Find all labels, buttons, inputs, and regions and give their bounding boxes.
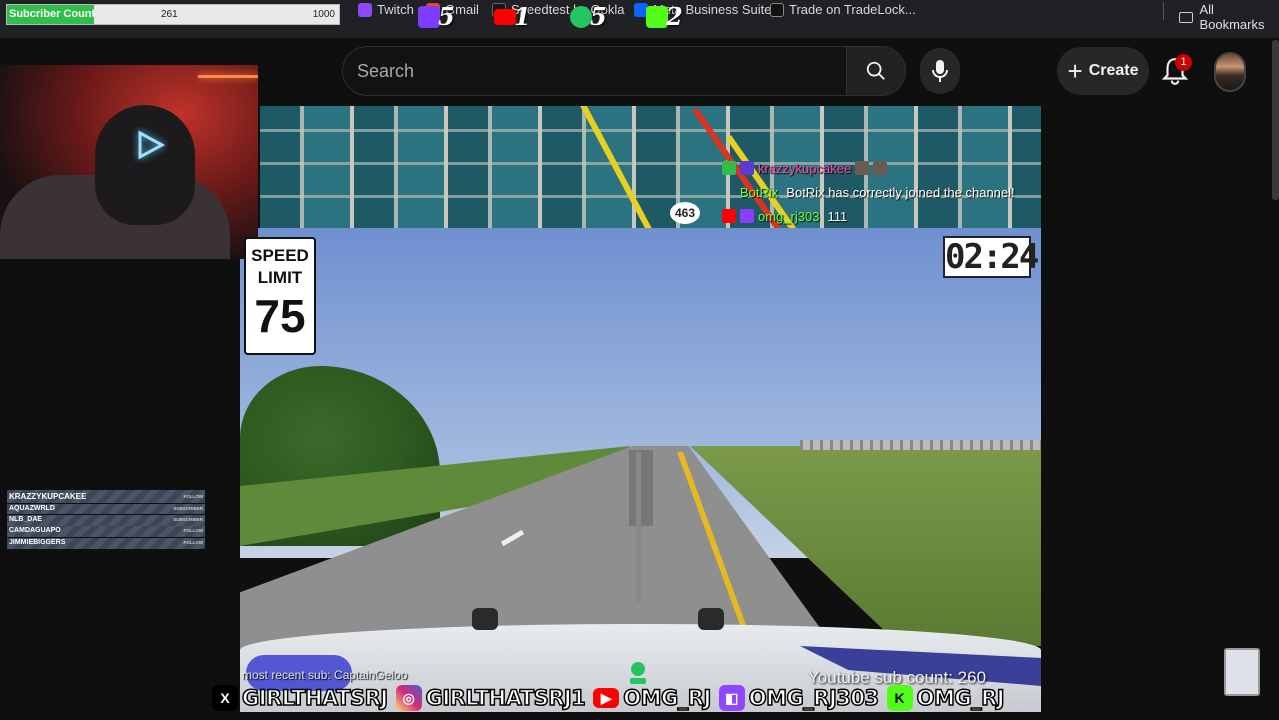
youtube-badge-icon (722, 209, 736, 223)
microphone-icon (932, 60, 948, 82)
chat-overlay: krazzykupcakee BotRix BotRix has correct… (722, 156, 1052, 228)
subscriber-count-label: Subcriber Count (9, 8, 96, 20)
led-light-strip (198, 75, 258, 78)
chat-username: BotRix (740, 184, 779, 200)
chat-message: BotRix BotRix has correctly joined the c… (722, 180, 1052, 204)
guardrail (800, 440, 1041, 450)
all-bookmarks-label: All Bookmarks (1199, 2, 1265, 32)
create-label: Create (1088, 62, 1139, 79)
bookmarks-divider (1163, 2, 1164, 20)
instagram-icon: ◎ (395, 685, 422, 711)
event-row: JIMMIEBIGGERS FOLLOW (7, 537, 205, 549)
road-sign-post (636, 452, 641, 602)
event-name: KRAZZYKUPCAKEE (9, 492, 87, 501)
speed-limit-title: SPEED LIMIT (251, 246, 309, 287)
event-type: FOLLOW (183, 539, 204, 545)
search-placeholder: Search (357, 61, 415, 81)
twitch-counter-icon (418, 6, 440, 28)
streamer-head (95, 105, 195, 225)
tango-counter-value: 5 (590, 2, 607, 31)
chat-message: krazzykupcakee (722, 156, 1052, 180)
tango-counter-icon (570, 6, 592, 28)
event-type: SUBSCRIBER (173, 516, 203, 522)
recent-events-panel: KRAZZYKUPCAKEE FOLLOW AQUAZWRLD SUBSCRIBER… (7, 490, 205, 549)
social-handle: GIRLTHATSRJ (241, 685, 389, 711)
webcam-overlay (0, 65, 258, 259)
moderator-badge-icon (722, 161, 736, 175)
event-name: JIMMIEBIGGERS (9, 538, 66, 546)
most-recent-sub-text: most recent sub: CaptainGeloo (242, 668, 408, 682)
all-bookmarks-button[interactable]: All Bookmarks (1179, 2, 1279, 32)
folder-icon (1179, 11, 1194, 23)
event-name: AQUAZWRLD (9, 504, 55, 512)
kick-counter-icon (646, 6, 668, 28)
route-shield: 463 (670, 202, 700, 224)
tango-counter: 5 (570, 2, 607, 31)
headset-logo-icon (138, 130, 166, 160)
social-handles-bar: X GIRLTHATSRJ ◎ GIRLTHATSRJ1 ▶ OMG_RJ ◧ … (212, 682, 1008, 714)
event-row: KRAZZYKUPCAKEE FOLLOW (7, 490, 205, 503)
bookmark-twitch[interactable]: Twitch (358, 2, 414, 17)
chat-username: omg_rj303 (758, 208, 820, 224)
kick-counter-value: 2 (666, 2, 683, 31)
event-name: NLB_DAE (9, 515, 43, 523)
create-button[interactable]: + Create (1057, 47, 1149, 95)
youtube-counter: 1 (494, 2, 531, 31)
chat-text: 111 (827, 208, 848, 224)
youtube-icon: ▶ (593, 688, 620, 708)
social-handle: GIRLTHATSRJ1 (425, 685, 587, 711)
youtube-counter-icon (494, 9, 516, 25)
bookmark-tradelocker[interactable]: Trade on TradeLock... (770, 2, 916, 17)
star-badge-icon (740, 209, 754, 223)
kick-icon: K (886, 685, 913, 711)
platform-badge-icon (740, 161, 754, 175)
chat-text: BotRix has correctly joined the channel! (786, 184, 1015, 200)
bookmarks-bar: Subcriber Count 261 1000 Twitch Gmail Sp… (0, 0, 1279, 38)
account-avatar[interactable] (1214, 52, 1246, 92)
event-type: SUBSCRIBER (173, 505, 203, 511)
search-input[interactable]: Search (342, 46, 846, 96)
tradelocker-icon (770, 2, 784, 17)
bot-badge-icon (722, 185, 736, 199)
event-row: CAMDAGUAPO FOLLOW (7, 526, 205, 538)
twitch-counter: 5 (418, 2, 455, 31)
bookmark-label: Trade on TradeLock... (789, 2, 916, 17)
social-handle: OMG_RJ303 (748, 685, 880, 711)
subscriber-goal-value: 1000 (312, 9, 335, 20)
twitch-icon: ◧ (718, 685, 745, 711)
subscriber-count-bar: Subcriber Count 261 1000 (6, 4, 340, 25)
notification-count-badge: 1 (1175, 54, 1192, 71)
twitch-icon (358, 2, 372, 17)
event-row: NLB_DAE SUBSCRIBER (7, 514, 205, 526)
youtube-counter-value: 1 (514, 2, 531, 31)
plus-icon: + (1067, 56, 1083, 86)
kick-counter: 2 (646, 2, 683, 31)
chat-username: krazzykupcakee (758, 160, 852, 176)
event-type: FOLLOW (183, 494, 204, 499)
social-handle: OMG_RJ (623, 685, 712, 711)
search-button[interactable] (846, 46, 906, 96)
road-sign-back (629, 450, 653, 526)
event-name: CAMDAGUAPO (9, 527, 61, 535)
event-row: AQUAZWRLD SUBSCRIBER (7, 503, 205, 515)
emote-icon (873, 161, 888, 175)
subscriber-current-value: 261 (161, 9, 178, 20)
stream-timer: 02:24 (943, 236, 1039, 278)
speed-limit-sign: SPEED LIMIT 75 (244, 237, 316, 355)
emote-icon (855, 161, 870, 175)
corner-badge (1224, 648, 1260, 696)
event-type: FOLLOW (183, 528, 204, 534)
chat-message: omg_rj303 111 (722, 204, 1052, 228)
speed-limit-value: 75 (254, 290, 306, 342)
social-handle: OMG_RJ (916, 685, 1005, 711)
x-icon: X (212, 685, 238, 711)
voice-search-button[interactable] (920, 48, 960, 94)
search-icon (866, 61, 885, 80)
hood-mirror-left (472, 608, 498, 630)
hood-mirror-right (698, 608, 724, 630)
bookmark-label: Twitch (377, 2, 414, 17)
page-scrollbar[interactable] (1272, 40, 1279, 200)
twitch-counter-value: 5 (438, 2, 455, 31)
